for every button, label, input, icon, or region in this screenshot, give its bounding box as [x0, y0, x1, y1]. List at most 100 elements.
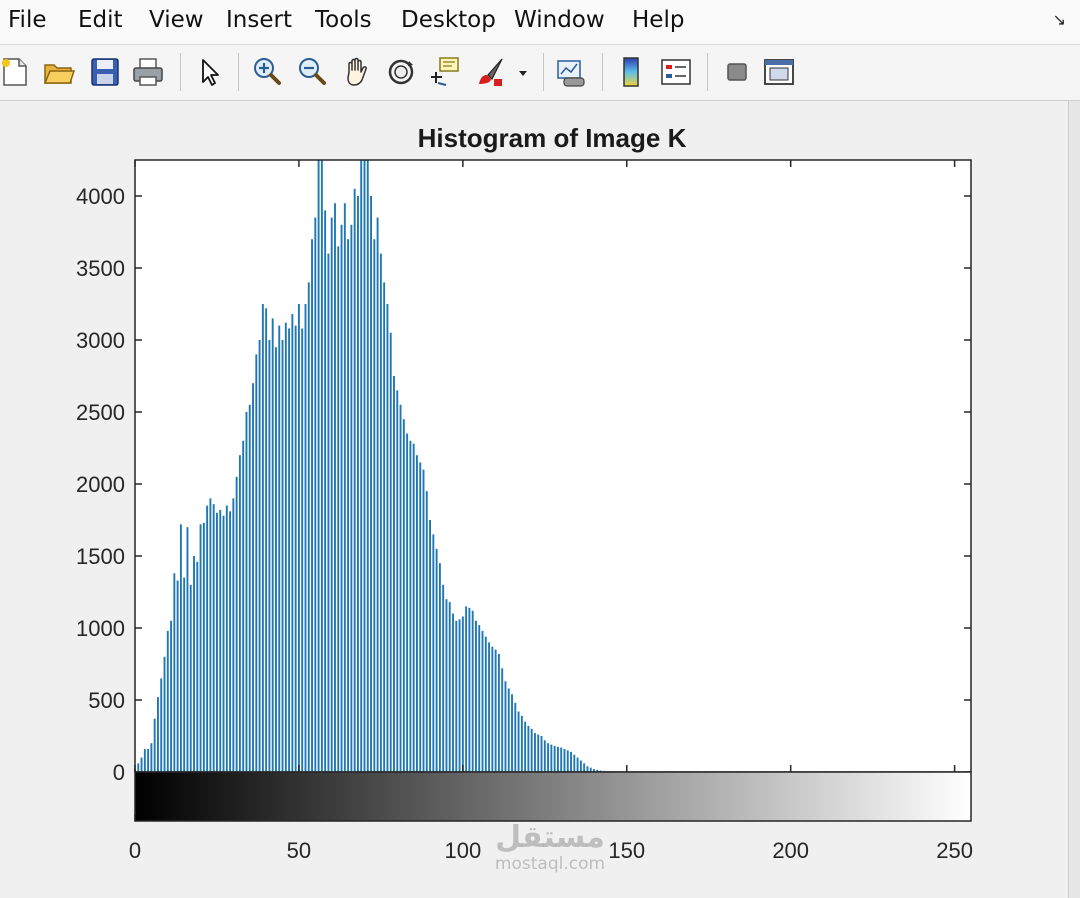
histogram-bar [494, 649, 497, 772]
grayscale-colorbar [134, 771, 972, 822]
histogram-bar [150, 743, 153, 772]
histogram-bar [252, 383, 254, 772]
histogram-bar [419, 462, 422, 772]
histogram-bar [320, 160, 323, 772]
histogram-bar [245, 412, 248, 772]
histogram-bar [334, 203, 336, 772]
histogram-bar [297, 304, 300, 772]
histogram-bar [543, 740, 546, 772]
x-tick-label: 200 [772, 838, 809, 863]
histogram-bar [527, 725, 530, 772]
histogram-bar [212, 504, 215, 772]
histogram-bar [511, 694, 513, 772]
histogram-bar [294, 325, 297, 772]
histogram-bar [465, 606, 468, 772]
histogram-bar [232, 498, 235, 772]
histogram-bar [455, 620, 458, 772]
histogram-bar [547, 743, 550, 772]
y-tick-label: 0 [113, 760, 125, 785]
histogram-bar [488, 642, 491, 772]
histogram-bar [442, 584, 445, 772]
histogram-bar [556, 746, 559, 772]
histogram-bar [497, 653, 500, 772]
y-tick-label: 1000 [76, 616, 125, 641]
histogram-bar [353, 188, 356, 773]
histogram-bar [432, 534, 435, 772]
histogram-bar [550, 744, 553, 772]
histogram-bar [317, 160, 320, 772]
plot-title: Histogram of Image K [417, 123, 687, 153]
histogram-bar [478, 625, 481, 772]
histogram-bar [193, 556, 195, 772]
histogram-bar [343, 203, 346, 772]
histogram-bar [242, 440, 245, 772]
y-tick-labels: 0 500 1000 1500 2000 2500 3000 3500 4000 [76, 184, 125, 785]
y-tick-label: 2500 [76, 400, 125, 425]
histogram-bar [225, 505, 228, 772]
histogram-bar [147, 748, 150, 772]
histogram-bar [402, 419, 405, 772]
histogram-bar [484, 636, 487, 772]
histogram-bar [573, 754, 576, 772]
histogram-bar [255, 354, 258, 772]
histogram-bar [163, 656, 166, 772]
y-tick-label: 3000 [76, 328, 125, 353]
histogram-bar [235, 476, 238, 772]
histogram-bar [412, 443, 415, 772]
y-tick-label: 4000 [76, 184, 125, 209]
histogram-bar [363, 160, 366, 772]
histogram-bar [583, 763, 586, 772]
histogram-bar [143, 748, 146, 772]
histogram-bar [261, 304, 264, 772]
histogram-bar [458, 619, 461, 772]
histogram-bar [189, 584, 192, 772]
histogram-bar [350, 224, 353, 773]
histogram-bar [179, 524, 182, 772]
histogram-bar [448, 602, 451, 772]
x-tick-label: 0 [129, 838, 141, 863]
histogram-bar [435, 548, 438, 772]
histogram-bar [570, 751, 572, 772]
histogram-bar [160, 678, 163, 772]
histogram-bar [438, 563, 441, 772]
histogram-bar [173, 573, 176, 772]
histogram-bar [196, 561, 199, 772]
histogram-bar [222, 515, 225, 772]
histogram-bar [514, 702, 517, 772]
histogram-bar [284, 322, 287, 772]
histogram-bar [137, 763, 140, 772]
histogram-bar [337, 246, 340, 772]
histogram-bar [202, 522, 205, 772]
histogram-bar [491, 646, 494, 772]
histogram-bar [389, 332, 392, 772]
histogram-bar [507, 688, 510, 772]
histogram-bar [324, 210, 327, 772]
histogram-bar [579, 760, 582, 772]
histogram-bar [206, 505, 209, 772]
x-tick-label: 250 [936, 838, 973, 863]
histogram-bar [406, 433, 409, 772]
histogram-bar [429, 520, 432, 772]
histogram-bar [501, 668, 504, 772]
histogram-bar [530, 728, 533, 772]
histogram-bar [340, 224, 343, 773]
histogram-bar [586, 766, 589, 772]
y-tick-label: 1500 [76, 544, 125, 569]
histogram-bar [258, 340, 261, 772]
histogram-bar [563, 748, 566, 772]
histogram-bar [475, 620, 477, 772]
histogram-bar [468, 607, 471, 772]
y-tick-label: 2000 [76, 472, 125, 497]
histogram-bar [386, 304, 389, 772]
histogram-bar [209, 498, 212, 772]
histogram-bar [229, 511, 232, 772]
histogram-bar [281, 340, 284, 772]
histogram-bar [268, 340, 271, 772]
histogram-bar [291, 314, 294, 772]
histogram-bar [517, 711, 520, 772]
histogram-bar [304, 304, 307, 772]
histogram-bar [471, 610, 474, 772]
histogram-bar [396, 390, 399, 772]
histogram-bar [219, 509, 222, 772]
histogram-bar [373, 239, 376, 772]
